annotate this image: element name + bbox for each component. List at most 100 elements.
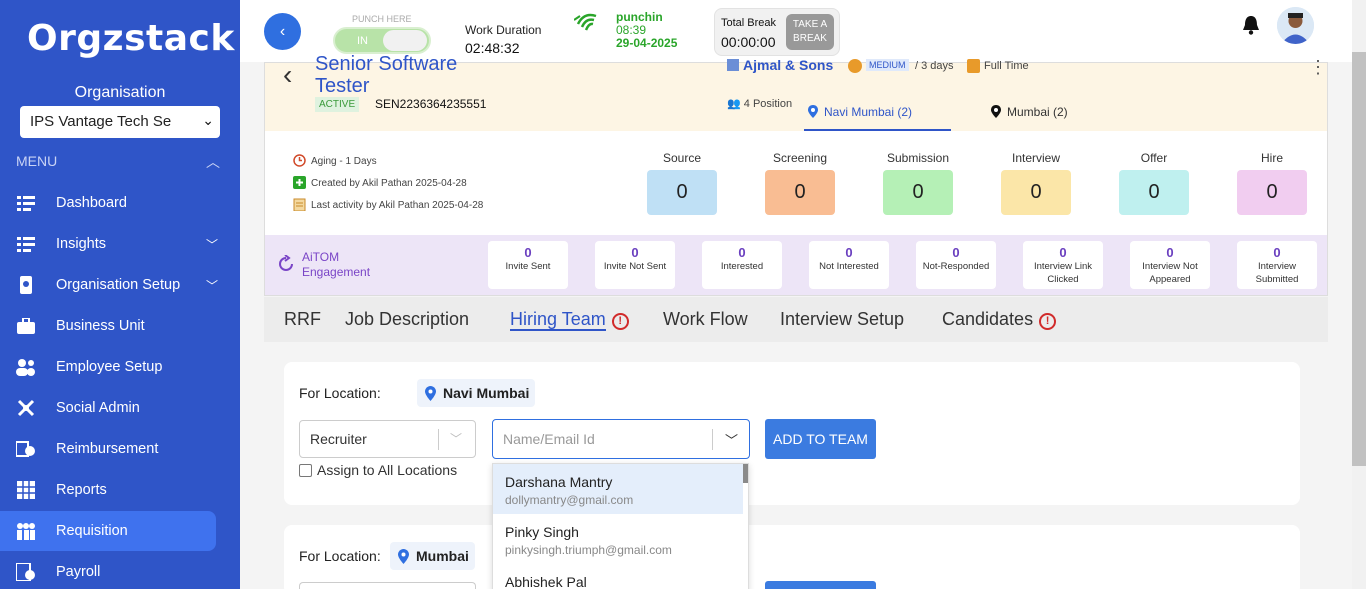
tab-candidates[interactable]: Candidates! [942, 309, 1057, 330]
dropdown-option[interactable]: Darshana Mantry dollymantry@gmail.com [493, 464, 743, 514]
engagement-invite-not-sent[interactable]: 0 Invite Not Sent [595, 241, 675, 289]
punch-here-label: PUNCH HERE [352, 14, 412, 24]
dropdown-option[interactable]: Abhishek Pal [493, 564, 743, 589]
name-email-input[interactable]: Name/Email Id ﹀ [492, 419, 750, 459]
tab-label: Hiring Team [510, 309, 606, 331]
tab-rrf[interactable]: RRF [284, 309, 321, 330]
nav-item-requisition[interactable]: Requisition [0, 511, 216, 551]
location-tab-mumbai[interactable]: Mumbai (2) [987, 95, 1087, 131]
metric-label: Not-Responded [922, 261, 990, 272]
chevron-down-icon: ﹀ [206, 278, 219, 293]
app-logo[interactable]: Orgzstack [27, 18, 235, 59]
job-title: Senior Software Tester [315, 53, 458, 97]
stage-label: Hire [1260, 151, 1283, 165]
punch-toggle[interactable]: IN [333, 27, 431, 54]
metric-label: Invite Sent [505, 261, 551, 272]
metric-value: 0 [738, 245, 746, 260]
divider [712, 429, 713, 450]
pipeline-stage-offer[interactable]: Offer 0 [1119, 151, 1189, 215]
clock-icon [293, 154, 306, 167]
engagement-interested[interactable]: 0 Interested [702, 241, 782, 289]
pipeline-stage-interview[interactable]: Interview 0 [1001, 151, 1071, 215]
location-panel-navi-mumbai: For Location: Navi Mumbai Recruiter ﹀ Na… [284, 362, 1300, 505]
engagement-interview-link-clicked[interactable]: 0 Interview Link Clicked [1023, 241, 1103, 289]
metric-value: 0 [952, 245, 960, 260]
engagement-interview-submitted[interactable]: 0 Interview Submitted [1237, 241, 1317, 289]
location-tab-navi-mumbai[interactable]: Navi Mumbai (2) [804, 95, 951, 131]
created-by-info: Created by Akil Pathan 2025-04-28 [293, 176, 467, 189]
metric-value: 0 [1059, 245, 1067, 260]
back-arrow-icon[interactable]: ‹ [283, 59, 292, 91]
nav-item-insights[interactable]: Insights ﹀ [0, 224, 218, 264]
page-scrollbar-thumb[interactable] [1352, 52, 1366, 466]
nav-item-reimbursement[interactable]: Reimbursement [0, 429, 216, 469]
stage-label: Interview [1011, 151, 1061, 165]
plus-icon [293, 176, 306, 189]
engagement-interview-not-appeared[interactable]: 0 Interview Not Appeared [1130, 241, 1210, 289]
location-tab-label: Mumbai (2) [1007, 105, 1068, 119]
pipeline-stage-submission[interactable]: Submission 0 [883, 151, 953, 215]
chevron-up-icon[interactable]: ︿ [206, 152, 220, 172]
for-location-label: For Location: [299, 548, 381, 564]
nav-item-label: Requisition [56, 523, 128, 539]
fingerprint-icon [573, 10, 602, 39]
pipeline-stage-screening[interactable]: Screening 0 [765, 151, 835, 215]
punchin-info: punchin 08:39 29-04-2025 [616, 11, 677, 50]
nav-item-label: Reimbursement [56, 441, 159, 457]
company-label: Ajmal & Sons [743, 57, 834, 73]
nav-item-label: Organisation Setup [56, 277, 181, 293]
job-summary: ‹ Senior Software Tester ACTIVE SEN22363… [265, 53, 1327, 131]
aitom-engagement-row: AiTOM Engagement 0 Invite Sent 0 Invite Not… [265, 235, 1327, 295]
nav-item-dashboard[interactable]: Dashboard [0, 183, 216, 223]
metric-label: Invite Not Sent [603, 261, 667, 272]
tab-hiring-team[interactable]: Hiring Team! [510, 309, 629, 331]
option-email: pinkysingh.triumph@gmail.com [505, 543, 672, 557]
nav-item-reports[interactable]: Reports [0, 470, 216, 510]
nav-item-label: Social Admin [56, 400, 140, 416]
tab-job-description[interactable]: Job Description [345, 309, 469, 330]
notification-bell-icon[interactable] [1242, 15, 1260, 40]
requisition-tabs: RRF Job Description Hiring Team! Work Fl… [264, 297, 1328, 342]
sidebar: Orgzstack Organisation IPS Vantage Tech … [0, 0, 240, 589]
positions-count: 👥 4 Position [727, 97, 792, 110]
metric-label: Interview Link Clicked [1033, 261, 1093, 285]
stage-count: 0 [647, 170, 717, 215]
tab-interview-setup[interactable]: Interview Setup [780, 309, 904, 330]
engagement-not-interested[interactable]: 0 Not Interested [809, 241, 889, 289]
engagement-invite-sent[interactable]: 0 Invite Sent [488, 241, 568, 289]
chevron-down-icon[interactable]: ﹀ [725, 430, 738, 449]
pipeline-stage-source[interactable]: Source 0 [647, 151, 717, 215]
nav-item-employee-setup[interactable]: Employee Setup [0, 347, 216, 387]
location-chip-label: Navi Mumbai [443, 385, 530, 401]
dropdown-scrollbar[interactable] [743, 464, 748, 483]
pipeline-stage-hire[interactable]: Hire 0 [1237, 151, 1307, 215]
dropdown-option[interactable]: Pinky Singh pinkysingh.triumph@gmail.com [493, 514, 743, 564]
nav-item-organisation-setup[interactable]: Organisation Setup ﹀ [0, 265, 219, 305]
role-select[interactable]: Recruiter ﹀ [299, 420, 476, 458]
add-to-team-button[interactable]: ADD TO TEAM [765, 419, 876, 459]
company-name[interactable]: Ajmal & Sons [727, 57, 833, 73]
role-select[interactable] [299, 582, 476, 589]
stage-count: 0 [1001, 170, 1071, 215]
metric-label: Interview Not Appeared [1142, 261, 1198, 285]
total-break-value: 00:00:00 [721, 34, 776, 50]
assign-all-checkbox[interactable] [299, 464, 312, 477]
take-break-button[interactable]: TAKE A BREAK [786, 14, 834, 50]
location-chip: Mumbai [390, 542, 475, 570]
nav-item-payroll[interactable]: Payroll [0, 552, 216, 589]
nav-item-business-unit[interactable]: Business Unit [0, 306, 216, 346]
status-badge: ACTIVE [315, 97, 360, 112]
nav-item-social-admin[interactable]: Social Admin [0, 388, 216, 428]
tab-work-flow[interactable]: Work Flow [663, 309, 748, 330]
location-pin-icon [425, 386, 436, 404]
assign-all-locations[interactable]: Assign to All Locations [299, 462, 457, 478]
metric-label: Interested [720, 261, 764, 272]
more-options-icon[interactable]: ⋮ [1309, 57, 1327, 78]
metric-value: 0 [1273, 245, 1281, 260]
collapse-sidebar-button[interactable]: ‹ [264, 13, 301, 50]
avatar[interactable] [1277, 7, 1314, 44]
engagement-not-responded[interactable]: 0 Not-Responded [916, 241, 996, 289]
organisation-select[interactable]: IPS Vantage Tech Se ⌄ [20, 106, 220, 138]
aitom-label-line1: AiTOM [302, 250, 340, 264]
add-to-team-button[interactable] [765, 581, 876, 589]
